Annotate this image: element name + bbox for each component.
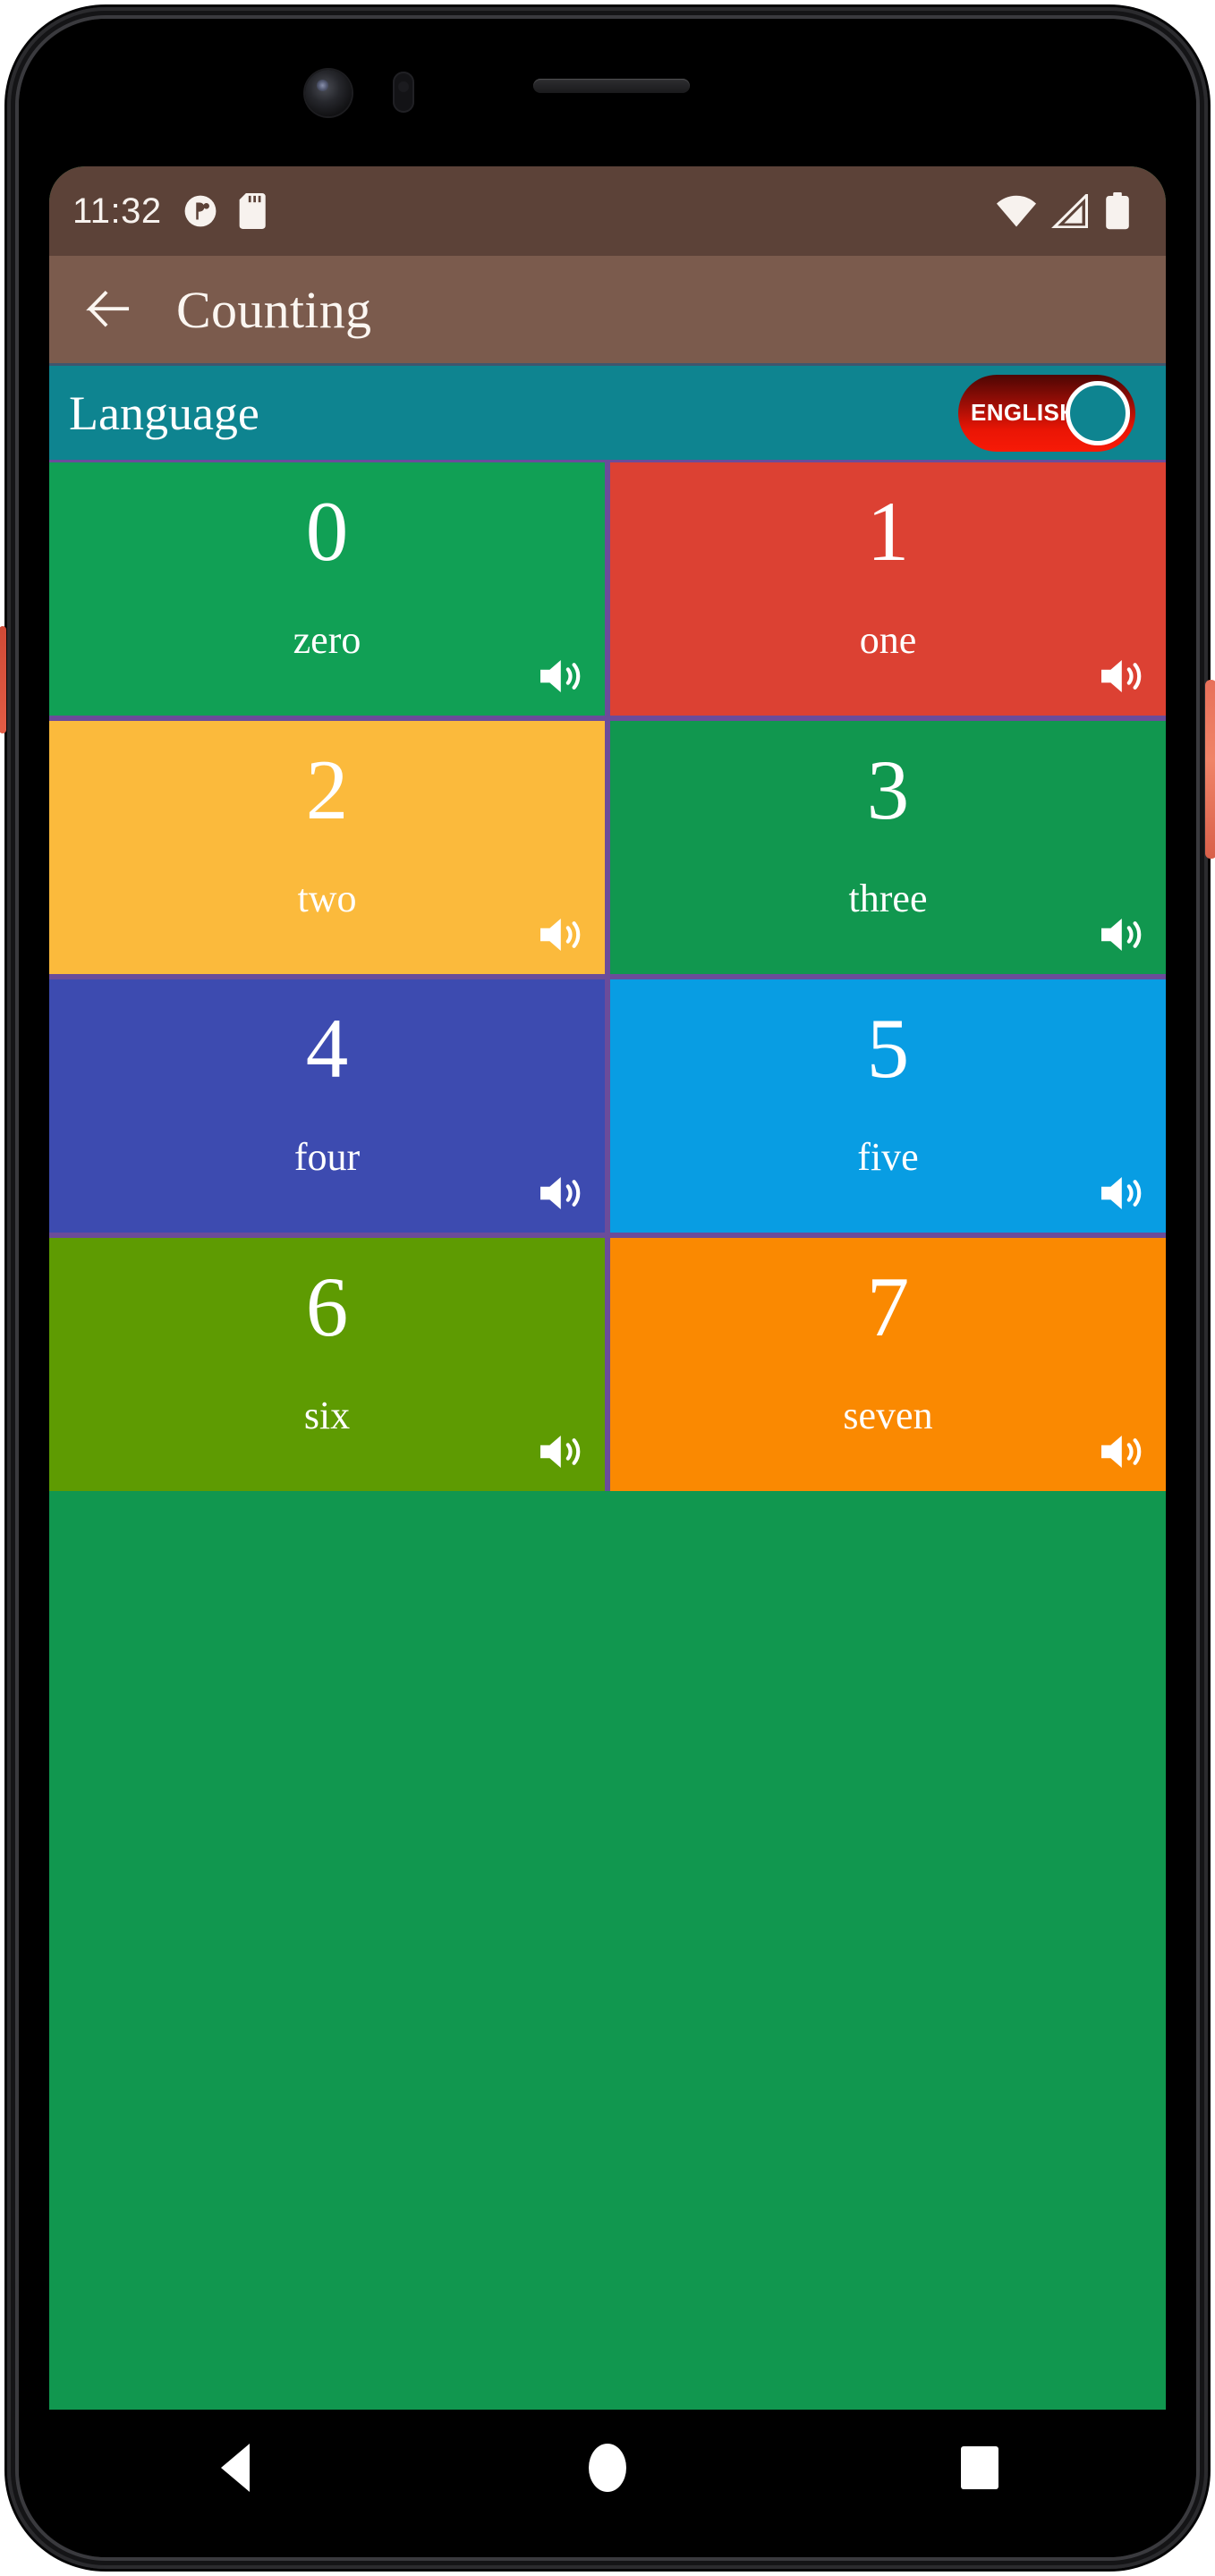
earpiece-speaker (533, 79, 690, 93)
tile-number: 0 (305, 484, 349, 579)
do-not-disturb-icon (183, 194, 217, 228)
tile-number: 2 (305, 742, 349, 837)
circle-home-icon (589, 2444, 626, 2492)
tile-word: two (297, 877, 357, 920)
nav-back-button[interactable] (206, 2438, 265, 2497)
speaker-icon[interactable] (537, 913, 587, 963)
number-tile[interactable]: 4 four (49, 979, 605, 1233)
tile-word: zero (293, 618, 361, 662)
tile-number: 6 (305, 1259, 349, 1354)
number-tile-grid: 0 zero 1 one 2 two 3 three 4 four 5 five 6 six 7 seven (49, 460, 1166, 1491)
app-bar: Counting (49, 256, 1166, 363)
number-tile[interactable]: 5 five (610, 979, 1166, 1233)
tile-number: 3 (866, 742, 910, 837)
speaker-icon[interactable] (1098, 1430, 1148, 1480)
tile-number: 1 (866, 484, 910, 579)
language-toggle-knob[interactable] (1066, 380, 1130, 445)
tile-number: 7 (866, 1259, 910, 1354)
power-button[interactable] (1205, 680, 1215, 859)
triangle-back-icon (221, 2444, 250, 2492)
number-tile[interactable]: 6 six (49, 1238, 605, 1491)
tile-word: three (848, 877, 928, 920)
speaker-icon[interactable] (1098, 1172, 1148, 1222)
battery-icon (1105, 192, 1130, 230)
tile-word: six (303, 1394, 351, 1437)
proximity-sensor-icon (393, 72, 414, 113)
nav-recents-button[interactable] (950, 2438, 1009, 2497)
volume-button[interactable] (0, 626, 6, 733)
back-arrow-icon[interactable] (83, 284, 133, 335)
sd-card-icon (239, 193, 269, 229)
language-bar: Language ENGLISH (49, 363, 1166, 460)
tile-word: one (859, 618, 917, 662)
android-navigation-bar (49, 2410, 1166, 2526)
phone-screen: 11:32 Counting Language ENGLISH 0 zero 1… (49, 166, 1166, 2410)
speaker-icon[interactable] (537, 1430, 587, 1480)
number-tile[interactable]: 3 three (610, 721, 1166, 974)
status-bar-left: 11:32 (72, 191, 269, 232)
speaker-icon[interactable] (537, 655, 587, 705)
page-title: Counting (176, 280, 372, 339)
number-tile[interactable]: 0 zero (49, 462, 605, 716)
nav-home-button[interactable] (578, 2438, 637, 2497)
number-tile[interactable]: 7 seven (610, 1238, 1166, 1491)
square-recents-icon (961, 2446, 998, 2489)
tile-word: five (857, 1135, 919, 1179)
speaker-icon[interactable] (1098, 913, 1148, 963)
tile-number: 4 (305, 1001, 349, 1096)
language-toggle-label: ENGLISH (971, 399, 1077, 426)
number-tile[interactable]: 1 one (610, 462, 1166, 716)
front-camera-icon (305, 70, 352, 116)
wifi-icon (996, 194, 1037, 228)
cellular-signal-icon (1051, 194, 1091, 228)
status-bar-clock: 11:32 (72, 191, 162, 231)
speaker-icon[interactable] (1098, 655, 1148, 705)
language-toggle[interactable]: ENGLISH (958, 374, 1135, 452)
speaker-icon[interactable] (537, 1172, 587, 1222)
number-tile[interactable]: 2 two (49, 721, 605, 974)
tile-word: seven (843, 1394, 933, 1437)
status-bar-right (996, 192, 1139, 230)
tile-word: four (293, 1135, 361, 1179)
tile-number: 5 (866, 1001, 910, 1096)
language-label: Language (69, 386, 259, 440)
status-bar: 11:32 (49, 166, 1166, 256)
